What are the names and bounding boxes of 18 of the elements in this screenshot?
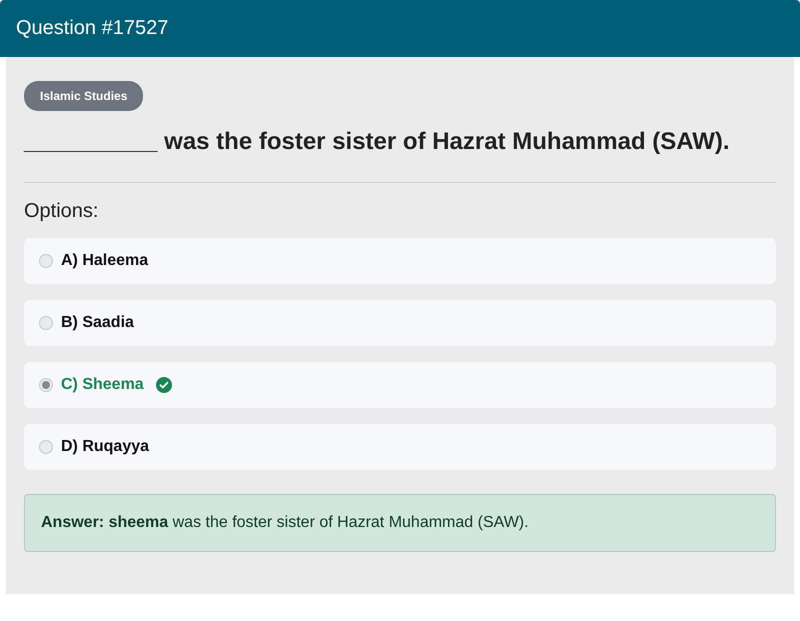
option-row[interactable]: B) Saadia [24, 300, 776, 346]
option-text: C) Sheema [61, 376, 144, 394]
check-icon [156, 377, 172, 393]
radio-button[interactable] [39, 378, 53, 392]
radio-button[interactable] [39, 316, 53, 330]
option-row[interactable]: D) Ruqayya [24, 424, 776, 470]
radio-button[interactable] [39, 254, 53, 268]
option-text: A) Haleema [61, 252, 148, 270]
category-badge: Islamic Studies [24, 81, 144, 111]
radio-button[interactable] [39, 440, 53, 454]
option-text: D) Ruqayya [61, 438, 150, 456]
option-text: B) Saadia [61, 314, 134, 332]
options-label: Options: [24, 200, 100, 223]
answer-text: Answer: sheema was the foster sister of Hazrat Muhammad (SAW). [24, 494, 776, 552]
option-row[interactable]: A) Haleema [24, 238, 776, 284]
question-text: __________ was the foster sister of Hazrat Muhammad (SAW). [24, 127, 731, 157]
option-row[interactable]: C) Sheema [24, 362, 776, 408]
question-title: Question #17527 [0, 0, 800, 57]
